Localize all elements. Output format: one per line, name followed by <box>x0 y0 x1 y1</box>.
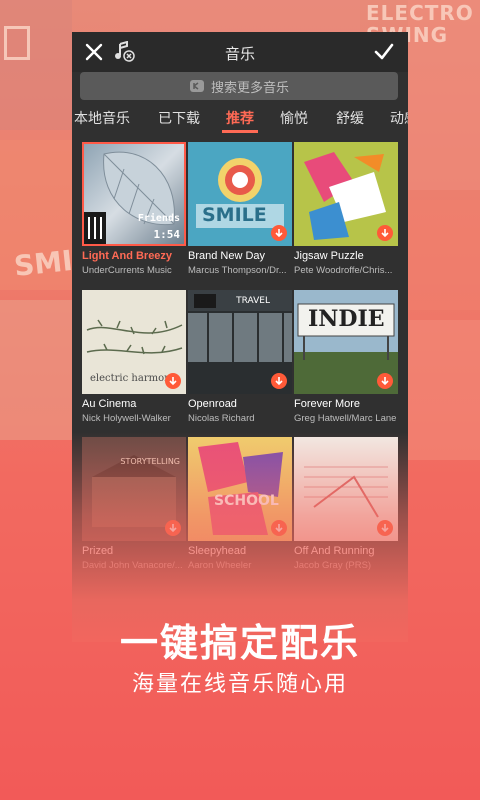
tab-dynamic[interactable]: 动感 <box>390 108 408 128</box>
download-button[interactable] <box>377 225 393 241</box>
download-arrow-icon <box>381 377 389 386</box>
album-art-text: SCHOOL <box>214 493 279 509</box>
background-tile <box>0 0 72 130</box>
download-button[interactable] <box>271 520 287 536</box>
category-tabs: 本地音乐 已下载 推荐 愉悦 舒缓 动感 <box>72 100 408 134</box>
track-card-off-and-running[interactable]: Off And Running Jacob Gray (PRS) <box>294 437 398 577</box>
album-art: INDIE <box>294 290 398 394</box>
album-art-text: Friends <box>137 213 180 224</box>
track-title: Sleepyhead <box>188 545 247 557</box>
download-arrow-icon <box>381 229 389 238</box>
background-tile <box>408 200 480 310</box>
download-arrow-icon <box>169 377 177 386</box>
background-electro-word: ELECTRO <box>366 1 474 25</box>
download-button[interactable] <box>165 373 181 389</box>
track-artist: Greg Hatwell/Marc Lane <box>294 413 397 424</box>
album-art: STORYTELLING <box>82 437 186 541</box>
album-art-text: electric harmony <box>90 373 177 384</box>
promo-headline: 一键搞定配乐 <box>119 621 360 665</box>
track-card-openroad[interactable]: TRAVEL Openroad Nicolas Richard <box>188 290 292 430</box>
download-button[interactable] <box>271 225 287 241</box>
track-card-au-cinema[interactable]: electric harmony Au Cinema Nick Holywell… <box>82 290 186 430</box>
track-title: Jigsaw Puzzle <box>294 250 364 262</box>
tab-soothing[interactable]: 舒缓 <box>336 108 364 128</box>
background-tile <box>408 320 480 460</box>
album-art: electric harmony <box>82 290 186 394</box>
track-card-prized[interactable]: STORYTELLING Prized David John Vanacore/… <box>82 437 186 577</box>
tab-recommended[interactable]: 推荐 <box>226 108 254 128</box>
download-button[interactable] <box>165 520 181 536</box>
track-artist: Aaron Wheeler <box>188 560 252 571</box>
track-artist: David John Vanacore/... <box>82 560 183 571</box>
album-art-text: INDIE <box>308 306 385 332</box>
album-art: Friends 1:54 <box>82 142 186 246</box>
track-card-light-and-breezy[interactable]: Friends 1:54 Light And Breezy UnderCurre… <box>82 142 186 282</box>
album-art: TRAVEL <box>188 290 292 394</box>
page-title: 音乐 <box>224 45 255 63</box>
search-icon <box>189 80 204 92</box>
track-title: Brand New Day <box>188 250 266 262</box>
track-artist: UnderCurrents Music <box>82 265 172 276</box>
download-button[interactable] <box>271 373 287 389</box>
album-art-text: TRAVEL <box>236 296 270 306</box>
track-card-sleepyhead[interactable]: SCHOOL Sleepyhead Aaron Wheeler <box>188 437 292 577</box>
background-logo <box>4 26 30 60</box>
active-tab-indicator <box>222 130 258 133</box>
track-artist: Nicolas Richard <box>188 413 255 424</box>
album-art: SCHOOL <box>188 437 292 541</box>
download-arrow-icon <box>275 377 283 386</box>
download-arrow-icon <box>381 524 389 533</box>
tab-downloaded[interactable]: 已下载 <box>158 108 200 128</box>
download-arrow-icon <box>275 229 283 238</box>
search-placeholder: 搜索更多音乐 <box>210 80 289 96</box>
search-input[interactable]: 搜索更多音乐 <box>80 72 398 100</box>
checkmark-icon <box>374 43 394 60</box>
download-button[interactable] <box>377 520 393 536</box>
download-button[interactable] <box>377 373 393 389</box>
track-title: Off And Running <box>294 545 375 557</box>
tab-local-music[interactable]: 本地音乐 <box>74 108 130 128</box>
album-art: SMILE <box>188 142 292 246</box>
top-bar: 音乐 <box>72 32 408 72</box>
album-art-text: STORYTELLING <box>120 457 180 466</box>
track-artist: Nick Holywell-Walker <box>82 413 171 424</box>
track-title: Forever More <box>294 398 361 410</box>
track-artist: Marcus Thompson/Dr... <box>188 265 287 276</box>
track-card-jigsaw-puzzle[interactable]: Jigsaw Puzzle Pete Woodroffe/Chris... <box>294 142 398 282</box>
track-title: Prized <box>82 545 114 557</box>
track-card-forever-more[interactable]: INDIE Forever More Greg Hatwell/Marc Lan… <box>294 290 398 430</box>
download-arrow-icon <box>275 524 283 533</box>
track-artist: Jacob Gray (PRS) <box>294 560 372 571</box>
background-tile <box>0 300 72 440</box>
promo-subline: 海量在线音乐随心用 <box>131 672 348 697</box>
track-card-brand-new-day[interactable]: SMILE Brand New Day Marcus Thompson/Dr..… <box>188 142 292 282</box>
album-art <box>294 142 398 246</box>
confirm-button[interactable] <box>370 38 398 66</box>
album-art-text: SMILE <box>202 204 267 226</box>
track-title: Light And Breezy <box>82 250 173 262</box>
track-title: Au Cinema <box>82 398 137 410</box>
tab-cheerful[interactable]: 愉悦 <box>280 108 308 128</box>
track-title: Openroad <box>188 398 237 410</box>
download-arrow-icon <box>169 524 177 533</box>
track-artist: Pete Woodroffe/Chris... <box>294 265 393 276</box>
track-duration: 1:54 <box>153 228 181 241</box>
album-art <box>294 437 398 541</box>
phone-screen: 音乐 搜索更多音乐 本地音乐 已下载 推荐 愉悦 舒缓 动感 <box>72 32 408 642</box>
background-tile <box>120 0 360 32</box>
